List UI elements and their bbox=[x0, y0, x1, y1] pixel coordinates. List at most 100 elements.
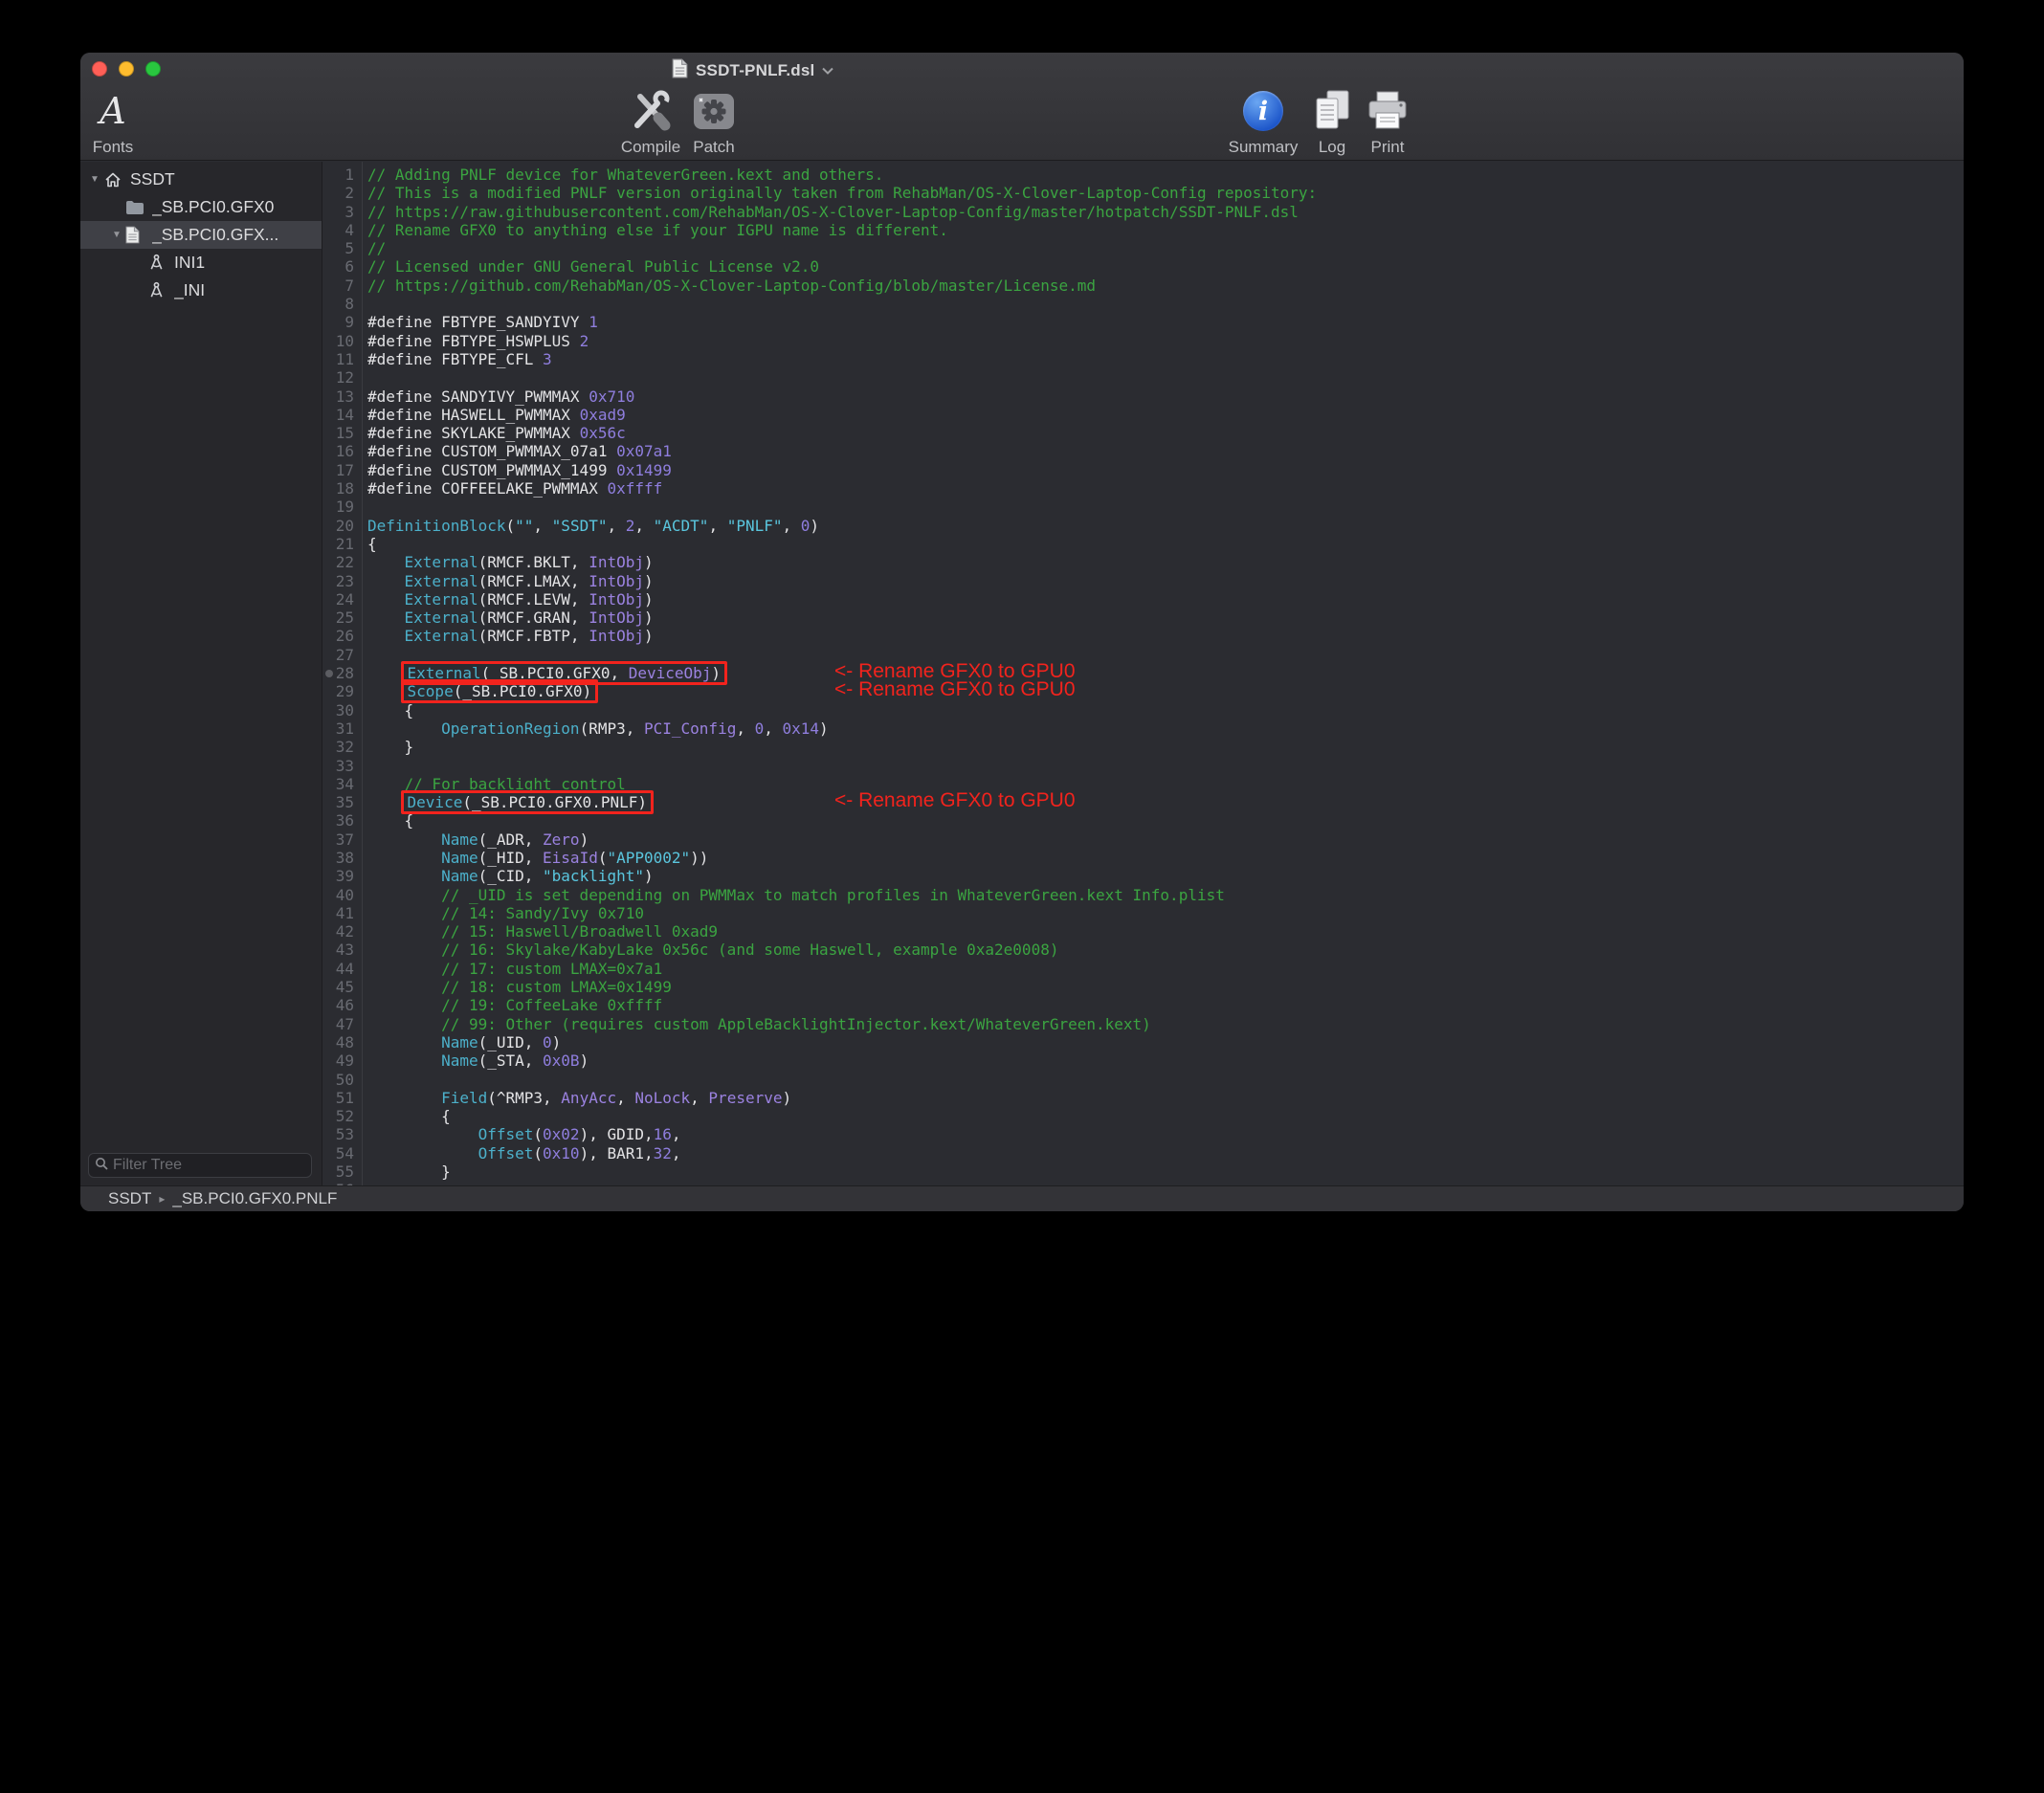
code-line[interactable]: 8 bbox=[322, 295, 1964, 313]
print-label: Print bbox=[1371, 138, 1405, 157]
code-line[interactable]: 14#define HASWELL_PWMMAX 0xad9 bbox=[322, 406, 1964, 424]
code-text: External(RMCF.GRAN, IntObj) bbox=[367, 609, 654, 627]
code-line[interactable]: 21{ bbox=[322, 535, 1964, 553]
code-line[interactable]: 41 // 14: Sandy/Ivy 0x710 bbox=[322, 904, 1964, 922]
disclosure-triangle-icon[interactable]: ▼ bbox=[108, 230, 125, 240]
line-number: 35 bbox=[322, 793, 354, 811]
code-line[interactable]: 45 // 18: custom LMAX=0x1499 bbox=[322, 978, 1964, 996]
code-line[interactable]: 40 // _UID is set depending on PWMMax to… bbox=[322, 886, 1964, 904]
code-line[interactable]: 7// https://github.com/RehabMan/OS-X-Clo… bbox=[322, 277, 1964, 295]
code-line[interactable]: 38 Name(_HID, EisaId("APP0002")) bbox=[322, 849, 1964, 867]
code-line[interactable]: 50 bbox=[322, 1071, 1964, 1089]
sidebar-item-sb-pci0-gfx0[interactable]: _SB.PCI0.GFX0 bbox=[80, 193, 322, 221]
code-line[interactable]: 5// bbox=[322, 239, 1964, 257]
sidebar-item-ini1[interactable]: INI1 bbox=[80, 249, 322, 277]
code-line[interactable]: 12 bbox=[322, 368, 1964, 387]
code-line[interactable]: 13#define SANDYIVY_PWMMAX 0x710 bbox=[322, 387, 1964, 406]
window-header: SSDT-PNLF.dsl A Fonts Compile bbox=[80, 53, 1964, 161]
code-text: // https://raw.githubusercontent.com/Reh… bbox=[367, 203, 1299, 221]
window-title-proxy[interactable]: SSDT-PNLF.dsl bbox=[672, 58, 833, 83]
code-line[interactable]: 16#define CUSTOM_PWMMAX_07a1 0x07a1 bbox=[322, 442, 1964, 460]
code-line[interactable]: 35 Device(_SB.PCI0.GFX0.PNLF)<- Rename G… bbox=[322, 793, 1964, 811]
code-line[interactable]: 15#define SKYLAKE_PWMMAX 0x56c bbox=[322, 424, 1964, 442]
code-line[interactable]: 24 External(RMCF.LEVW, IntObj) bbox=[322, 590, 1964, 609]
code-line[interactable]: 23 External(RMCF.LMAX, IntObj) bbox=[322, 572, 1964, 590]
code-line[interactable]: 20DefinitionBlock("", "SSDT", 2, "ACDT",… bbox=[322, 517, 1964, 535]
code-line[interactable]: 4// Rename GFX0 to anything else if your… bbox=[322, 221, 1964, 239]
code-text: Name(_UID, 0) bbox=[367, 1033, 561, 1051]
code-text: // 19: CoffeeLake 0xffff bbox=[367, 996, 662, 1014]
code-line[interactable]: 46 // 19: CoffeeLake 0xffff bbox=[322, 996, 1964, 1014]
code-line[interactable]: 1// Adding PNLF device for WhateverGreen… bbox=[322, 166, 1964, 184]
fonts-button[interactable]: A Fonts bbox=[80, 87, 156, 157]
code-line[interactable]: 3// https://raw.githubusercontent.com/Re… bbox=[322, 203, 1964, 221]
code-line[interactable]: 6// Licensed under GNU General Public Li… bbox=[322, 257, 1964, 276]
code-line[interactable]: 19 bbox=[322, 498, 1964, 516]
code-text: // https://github.com/RehabMan/OS-X-Clov… bbox=[367, 277, 1096, 295]
red-annotation-box: Device(_SB.PCI0.GFX0.PNLF) bbox=[401, 790, 654, 814]
code-line[interactable]: 52 { bbox=[322, 1107, 1964, 1125]
code-line[interactable]: 17#define CUSTOM_PWMMAX_1499 0x1499 bbox=[322, 461, 1964, 479]
code-line[interactable]: 47 // 99: Other (requires custom AppleBa… bbox=[322, 1015, 1964, 1033]
search-icon bbox=[95, 1157, 108, 1175]
filter-tree-field[interactable] bbox=[88, 1153, 312, 1178]
code-line[interactable]: 18#define COFFEELAKE_PWMMAX 0xffff bbox=[322, 479, 1964, 498]
code-line[interactable]: 33 bbox=[322, 757, 1964, 775]
code-line[interactable]: 2// This is a modified PNLF version orig… bbox=[322, 184, 1964, 202]
line-number: 22 bbox=[322, 553, 354, 571]
code-line[interactable]: 29 Scope(_SB.PCI0.GFX0)<- Rename GFX0 to… bbox=[322, 682, 1964, 700]
code-line[interactable]: 39 Name(_CID, "backlight") bbox=[322, 867, 1964, 885]
breadcrumb-path[interactable]: _SB.PCI0.GFX0.PNLF bbox=[172, 1189, 337, 1208]
disclosure-triangle-icon[interactable]: ▼ bbox=[86, 174, 103, 185]
code-line[interactable]: 53 Offset(0x02), GDID,16, bbox=[322, 1125, 1964, 1143]
code-text: #define FBTYPE_SANDYIVY 1 bbox=[367, 313, 598, 331]
print-button[interactable]: Print bbox=[1344, 87, 1431, 157]
line-number: 55 bbox=[322, 1162, 354, 1181]
code-line[interactable]: 11#define FBTYPE_CFL 3 bbox=[322, 350, 1964, 368]
zoom-button[interactable] bbox=[145, 61, 161, 77]
code-text: External(RMCF.LEVW, IntObj) bbox=[367, 590, 654, 609]
minimize-button[interactable] bbox=[119, 61, 134, 77]
code-line[interactable]: 22 External(RMCF.BKLT, IntObj) bbox=[322, 553, 1964, 571]
code-line[interactable]: 49 Name(_STA, 0x0B) bbox=[322, 1051, 1964, 1070]
code-line[interactable]: 36 { bbox=[322, 811, 1964, 830]
code-text: #define FBTYPE_HSWPLUS 2 bbox=[367, 332, 589, 350]
code-text: // bbox=[367, 239, 386, 257]
breadcrumb-separator-icon: ▸ bbox=[159, 1192, 165, 1206]
code-line[interactable]: 37 Name(_ADR, Zero) bbox=[322, 830, 1964, 849]
code-line[interactable]: 25 External(RMCF.GRAN, IntObj) bbox=[322, 609, 1964, 627]
code-line[interactable]: 48 Name(_UID, 0) bbox=[322, 1033, 1964, 1051]
code-editor[interactable]: 1// Adding PNLF device for WhateverGreen… bbox=[322, 162, 1964, 1185]
chevron-down-icon[interactable] bbox=[822, 62, 833, 79]
code-text: External(RMCF.BKLT, IntObj) bbox=[367, 553, 654, 571]
line-number: 25 bbox=[322, 609, 354, 627]
sidebar-item-ini[interactable]: _INI bbox=[80, 277, 322, 304]
code-line[interactable]: 42 // 15: Haswell/Broadwell 0xad9 bbox=[322, 922, 1964, 941]
line-number: 19 bbox=[322, 498, 354, 516]
code-text: { bbox=[367, 1107, 451, 1125]
code-line[interactable]: 9#define FBTYPE_SANDYIVY 1 bbox=[322, 313, 1964, 331]
code-line[interactable]: 30 { bbox=[322, 701, 1964, 719]
code-line[interactable]: 31 OperationRegion(RMP3, PCI_Config, 0, … bbox=[322, 719, 1964, 738]
sidebar-item-sb-pci0-gfx[interactable]: ▼_SB.PCI0.GFX... bbox=[80, 221, 322, 249]
code-line[interactable]: 10#define FBTYPE_HSWPLUS 2 bbox=[322, 332, 1964, 350]
code-line[interactable]: 26 External(RMCF.FBTP, IntObj) bbox=[322, 627, 1964, 645]
close-button[interactable] bbox=[92, 61, 107, 77]
status-bar: SSDT ▸ _SB.PCI0.GFX0.PNLF bbox=[80, 1185, 1964, 1211]
filter-tree-input[interactable] bbox=[113, 1157, 311, 1174]
breadcrumb-root[interactable]: SSDT bbox=[108, 1189, 151, 1208]
code-text: { bbox=[367, 701, 413, 719]
code-line[interactable]: 43 // 16: Skylake/KabyLake 0x56c (and so… bbox=[322, 941, 1964, 959]
code-line[interactable]: 51 Field(^RMP3, AnyAcc, NoLock, Preserve… bbox=[322, 1089, 1964, 1107]
code-line[interactable]: 55 } bbox=[322, 1162, 1964, 1181]
code-line[interactable]: 32 } bbox=[322, 738, 1964, 756]
sidebar-item-ssdt[interactable]: ▼SSDT bbox=[80, 166, 322, 193]
code-text: External(RMCF.FBTP, IntObj) bbox=[367, 627, 654, 645]
line-number: 38 bbox=[322, 849, 354, 867]
code-line[interactable]: 54 Offset(0x10), BAR1,32, bbox=[322, 1144, 1964, 1162]
code-line[interactable]: 44 // 17: custom LMAX=0x7a1 bbox=[322, 960, 1964, 978]
log-label: Log bbox=[1319, 138, 1345, 157]
method-icon bbox=[147, 281, 170, 299]
patch-button[interactable]: Patch bbox=[671, 87, 757, 157]
line-number: 29 bbox=[322, 682, 354, 700]
